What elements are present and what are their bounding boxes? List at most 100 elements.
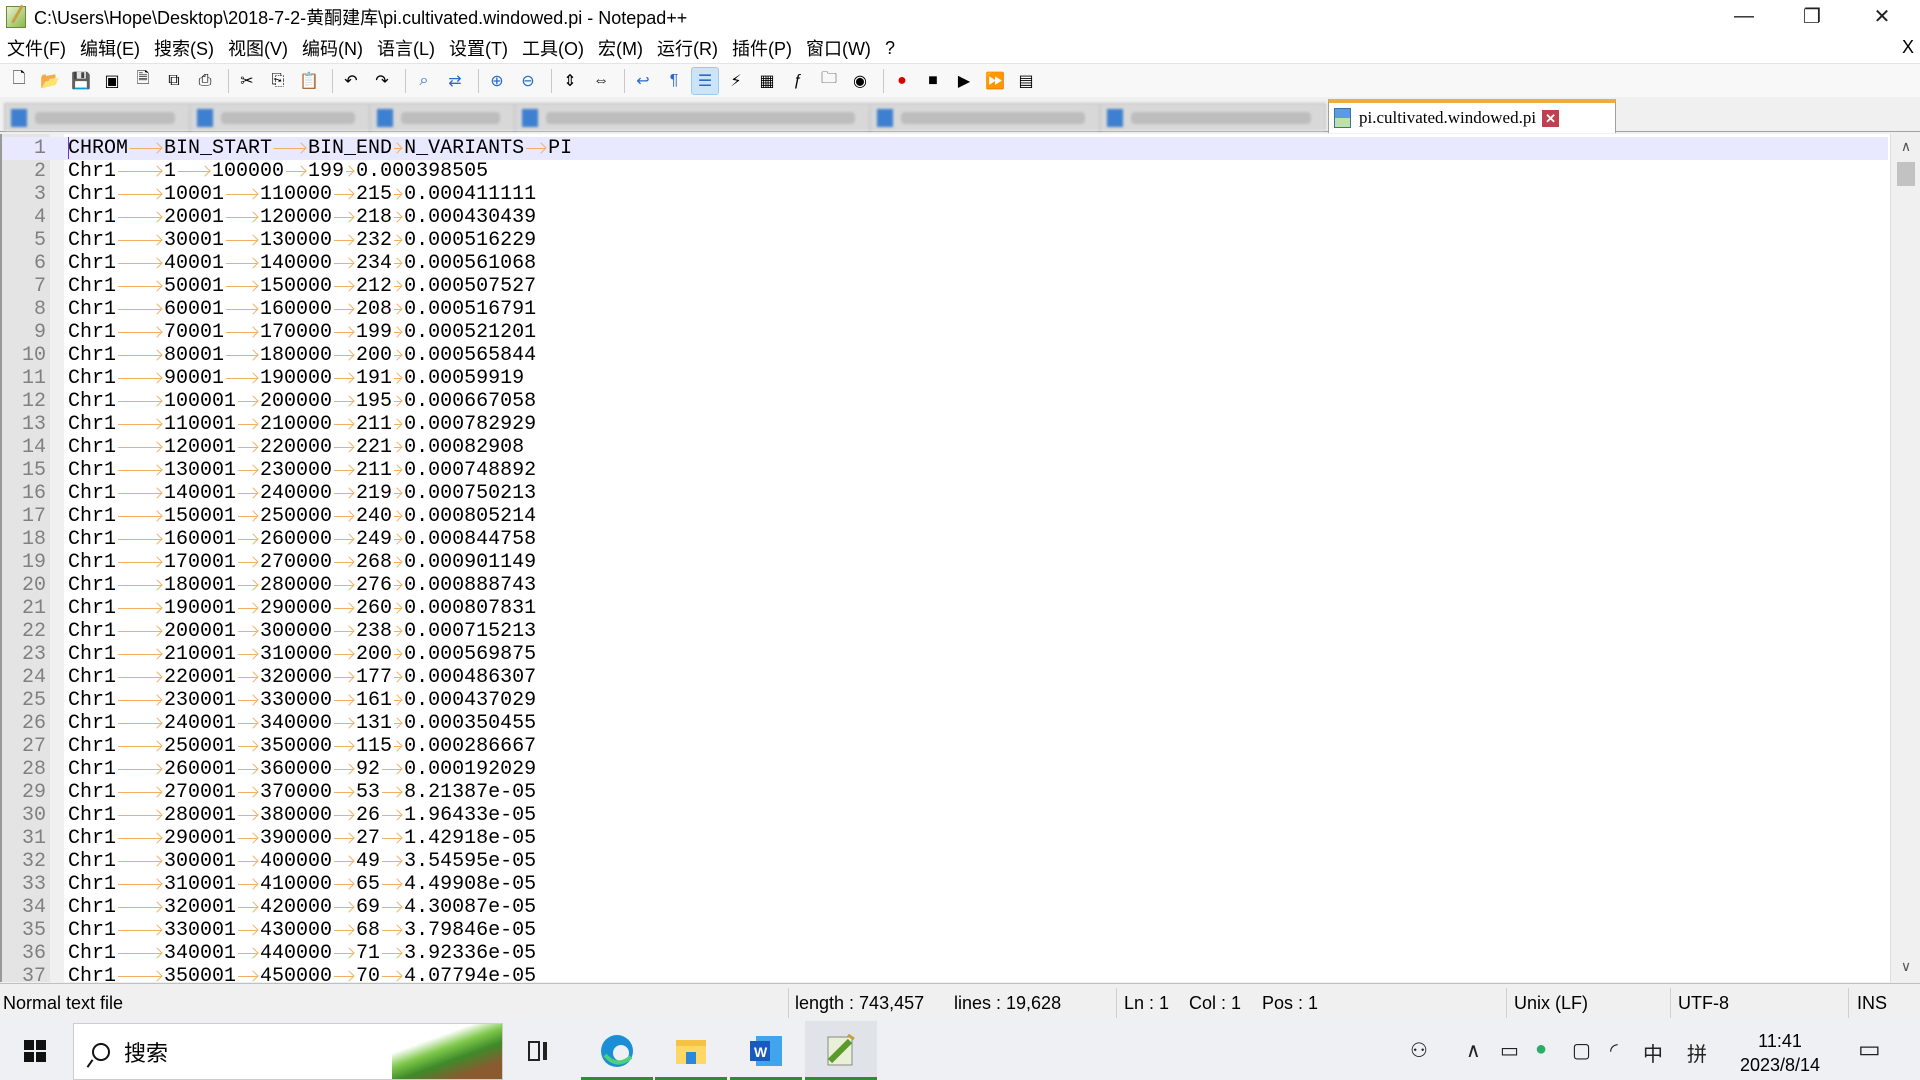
editor-line: 15 Chr1 130001 230000 211 0.000748892 xyxy=(2,459,1888,482)
menu-plugins[interactable]: 插件(P) xyxy=(725,35,799,61)
wifi-icon[interactable]: ◜ xyxy=(1610,1038,1618,1063)
battery-icon[interactable]: ▭ xyxy=(1500,1038,1519,1063)
field-value: 170001 xyxy=(164,551,237,574)
play-macro-icon[interactable]: ▶ xyxy=(951,68,977,94)
user-language-icon[interactable]: ⚡ xyxy=(723,68,749,94)
show-hidden-icons-chevron-icon[interactable]: ∧ xyxy=(1466,1038,1481,1063)
function-list-icon[interactable]: ƒ xyxy=(785,68,811,94)
word-icon[interactable]: W xyxy=(730,1021,802,1080)
find-icon[interactable]: ⌕ xyxy=(411,68,437,94)
monitoring-icon[interactable]: ◉ xyxy=(847,68,873,94)
cut-icon[interactable]: ✂ xyxy=(234,68,260,94)
field-value: Chr1 xyxy=(68,850,117,873)
ime-language[interactable]: 中 xyxy=(1643,1038,1663,1067)
menu-run[interactable]: 运行(R) xyxy=(650,35,725,61)
sync-horizontal-icon[interactable]: ⇔ xyxy=(588,68,614,94)
line-number: 7 xyxy=(33,275,46,298)
field-value: 1.42918e-05 xyxy=(404,827,537,850)
menu-help[interactable]: ? xyxy=(878,38,902,59)
menu-window[interactable]: 窗口(W) xyxy=(799,35,878,61)
field-value: 8.21387e-05 xyxy=(404,781,537,804)
tab-arrow-icon xyxy=(392,712,404,735)
open-file-icon[interactable]: 📂 xyxy=(37,68,63,94)
task-view-icon[interactable] xyxy=(504,1021,576,1080)
menu-encoding[interactable]: 编码(N) xyxy=(295,35,370,61)
line-text: Chr1 200001 300000 238 0.000715213 xyxy=(68,620,536,643)
redo-icon[interactable]: ↷ xyxy=(369,68,395,94)
close-all-icon[interactable]: ⧉ xyxy=(161,68,187,94)
show-all-chars-icon[interactable]: ¶ xyxy=(661,68,687,94)
people-icon[interactable]: ⚇ xyxy=(1410,1038,1428,1063)
scroll-down-icon[interactable]: ∨ xyxy=(1891,958,1920,978)
field-value: 219 xyxy=(356,482,393,505)
replace-icon[interactable]: ⇄ xyxy=(442,68,468,94)
restore-button[interactable]: ❐ xyxy=(1778,0,1846,33)
tab-arrow-icon xyxy=(236,758,260,781)
close-document-button[interactable]: X xyxy=(1902,37,1914,58)
vertical-scrollbar[interactable]: ∧ ∨ xyxy=(1890,134,1920,982)
editor-line: 20 Chr1 180001 280000 276 0.000888743 xyxy=(2,574,1888,597)
record-macro-icon[interactable]: ● xyxy=(889,68,915,94)
tab[interactable] xyxy=(515,103,870,131)
taskbar-search-box[interactable]: 搜索 xyxy=(73,1023,503,1080)
field-value: 0.000844758 xyxy=(404,528,537,551)
menu-edit[interactable]: 编辑(E) xyxy=(73,35,147,61)
ime-mode[interactable]: 拼 xyxy=(1687,1038,1707,1067)
menu-settings[interactable]: 设置(T) xyxy=(442,35,515,61)
zoom-in-icon[interactable]: ⊕ xyxy=(484,68,510,94)
tab[interactable] xyxy=(4,103,190,131)
run-macro-multiple-icon[interactable]: ⏩ xyxy=(982,68,1008,94)
file-explorer-icon[interactable] xyxy=(655,1021,727,1080)
save-macro-icon[interactable]: ▤ xyxy=(1013,68,1039,94)
notification-icon[interactable]: ▭ xyxy=(1858,1035,1881,1064)
close-icon[interactable]: 🗎 xyxy=(130,68,156,94)
document-map-icon[interactable]: ▦ xyxy=(754,68,780,94)
menu-view[interactable]: 视图(V) xyxy=(221,35,295,61)
tab-arrow-icon xyxy=(332,275,356,298)
tab-active[interactable]: pi.cultivated.windowed.pi ✕ xyxy=(1328,99,1616,133)
editor-line: 1 CHROM BIN_START BIN_END N_VARIANTS PI xyxy=(2,137,1888,160)
clock[interactable]: 11:41 2023/8/14 xyxy=(1730,1029,1830,1077)
device-icon[interactable]: ▢ xyxy=(1572,1038,1591,1063)
tab[interactable] xyxy=(190,103,370,131)
line-number: 11 xyxy=(21,367,46,390)
save-icon[interactable]: 💾 xyxy=(68,68,94,94)
menu-search[interactable]: 搜索(S) xyxy=(147,35,221,61)
tab-arrow-icon xyxy=(236,942,260,965)
scroll-up-icon[interactable]: ∧ xyxy=(1891,138,1920,158)
windows-start-icon[interactable] xyxy=(24,1040,46,1062)
stop-recording-icon[interactable]: ■ xyxy=(920,68,946,94)
tab[interactable] xyxy=(1100,103,1326,131)
menu-language[interactable]: 语言(L) xyxy=(370,35,442,61)
new-file-icon[interactable]: 🗋 xyxy=(6,68,32,94)
menu-file[interactable]: 文件(F) xyxy=(0,35,73,61)
print-icon[interactable]: ⎙ xyxy=(192,68,218,94)
zoom-out-icon[interactable]: ⊖ xyxy=(515,68,541,94)
sync-vertical-icon[interactable]: ⇕ xyxy=(557,68,583,94)
line-number: 34 xyxy=(21,896,46,919)
scroll-thumb[interactable] xyxy=(1897,162,1915,186)
text-editor[interactable]: 1 CHROM BIN_START BIN_END N_VARIANTS PI 2 Chr1 1… xyxy=(0,134,1920,982)
folder-as-workspace-icon[interactable]: 🗀 xyxy=(816,68,842,94)
tab-arrow-icon xyxy=(332,551,356,574)
line-text: Chr1 340001 440000 71 3.92336e-05 xyxy=(68,942,536,965)
edge-browser-icon[interactable] xyxy=(581,1021,653,1080)
copy-icon[interactable]: ⎘ xyxy=(265,68,291,94)
editor-line: 22 Chr1 200001 300000 238 0.000715213 xyxy=(2,620,1888,643)
tab-close-icon[interactable]: ✕ xyxy=(1542,109,1560,127)
menu-tools[interactable]: 工具(O) xyxy=(515,35,591,61)
close-button[interactable]: ✕ xyxy=(1848,0,1916,33)
indent-guide-icon[interactable]: ☰ xyxy=(691,66,719,95)
paste-icon[interactable]: 📋 xyxy=(296,68,322,94)
field-value: 53 xyxy=(356,781,381,804)
tab[interactable] xyxy=(870,103,1100,131)
undo-icon[interactable]: ↶ xyxy=(338,68,364,94)
tab[interactable] xyxy=(370,103,515,131)
menu-macro[interactable]: 宏(M) xyxy=(591,35,650,61)
word-wrap-icon[interactable]: ↩ xyxy=(630,68,656,94)
save-all-icon[interactable]: ▣ xyxy=(99,68,125,94)
wechat-icon[interactable]: ● xyxy=(1535,1038,1547,1061)
notepadpp-taskbar-icon[interactable] xyxy=(805,1021,877,1080)
minimize-button[interactable]: — xyxy=(1710,0,1778,33)
field-value: Chr1 xyxy=(68,919,117,942)
